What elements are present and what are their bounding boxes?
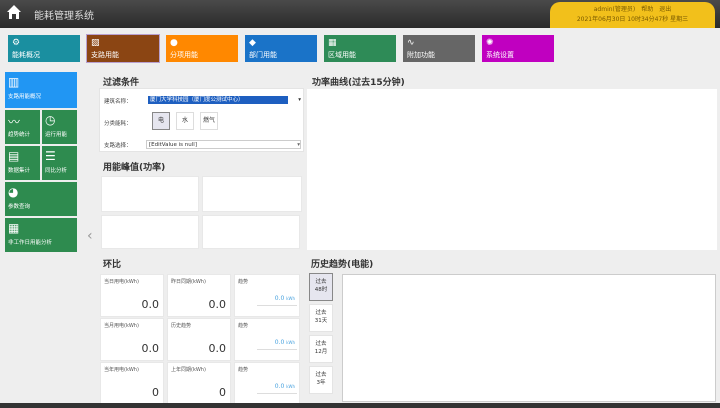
home-icon[interactable] xyxy=(6,4,22,20)
settings-icon: ✺ xyxy=(486,38,494,48)
ratio-previous-cell: 上年同期(kWh) 0 xyxy=(167,362,231,405)
history-range-button[interactable]: 过去 31天 xyxy=(309,304,333,332)
header: 能耗管理系统 admin(管理员) 帮助 退出 2021年06月30日 10时34分… xyxy=(0,0,720,28)
main-nav: ⚙ 能耗概况 ▧ 支路用能 ● 分项用能 ◆ 部门用能 ▦ 区域用能 ∿ 附加功能 ✺ 系统设置 xyxy=(8,34,554,63)
building-label: 建筑名称： xyxy=(104,99,132,105)
sidebar-item-params[interactable]: ◕ 参数查询 xyxy=(5,182,77,216)
nav-tile-3[interactable]: ◆ 部门用能 xyxy=(245,35,317,62)
pulse-icon: ∿ xyxy=(407,38,415,48)
collapse-sidebar-icon[interactable]: ‹ xyxy=(87,228,93,244)
branch-select[interactable]: [EditValue is null] ▾ xyxy=(146,140,301,149)
peak-title: 用能峰值(功率) xyxy=(103,163,166,173)
sidebar: ▥ 支路用能概况 〰趋势统计 ◷ 运行用能 ▤ 数据集计 ☰ 同比分析 ◕ 参数查询 ▦ 非工作… xyxy=(5,72,77,254)
filter-title: 过滤条件 xyxy=(103,78,140,88)
sidebar-item-overview[interactable]: ▥ 支路用能概况 xyxy=(5,72,77,108)
grid-icon: ▦ xyxy=(328,38,337,48)
history-range-button[interactable]: 过去 48时 xyxy=(309,273,333,301)
nav-tile-1[interactable]: ▧ 支路用能 xyxy=(86,34,160,63)
taskbar xyxy=(0,403,720,408)
gear-icon: ⚙ xyxy=(12,38,21,48)
ratio-current-cell: 当年用电(kWh) 0 xyxy=(100,362,164,405)
history-range-button[interactable]: 过去 12月 xyxy=(309,335,333,363)
sidebar-item-nonworkday[interactable]: ▦ 非工作日用能分析 xyxy=(5,218,77,252)
nav-label: 区域用能 xyxy=(328,51,356,59)
peak-box xyxy=(202,215,300,249)
nav-label: 系统设置 xyxy=(486,51,514,59)
ratio-trend-cell: 趋势 0.0 kWh xyxy=(234,318,300,361)
nav-label: 能耗概况 xyxy=(12,51,40,59)
cube-icon: ◆ xyxy=(249,38,256,48)
ratio-previous-cell: 昨日同期(kWh) 0.0 xyxy=(167,274,231,317)
building-select[interactable]: 厦门大学科技园（厦门度公测试中心） ▾ xyxy=(146,96,301,105)
power-curve-title: 功率曲线(过去15分钟) xyxy=(312,78,405,88)
ratio-title: 环比 xyxy=(103,260,122,270)
app-title: 能耗管理系统 xyxy=(34,11,94,22)
help-link[interactable]: 帮助 xyxy=(641,6,653,13)
user-link[interactable]: admin(管理员) xyxy=(594,6,635,13)
branch-label: 支路选择： xyxy=(104,143,132,149)
calendar-icon: ▦ xyxy=(8,221,20,235)
document-icon: ▤ xyxy=(8,149,20,163)
chart-board-icon: ▧ xyxy=(91,38,100,48)
history-chart xyxy=(342,274,716,402)
datetime: 2021年06月30日 10时34分47秒 星期三 xyxy=(576,16,689,23)
peak-box xyxy=(202,176,302,212)
clock-icon: ◷ xyxy=(45,113,56,127)
filter-panel: 建筑名称： 厦门大学科技园（厦门度公测试中心） ▾ 分类能耗： 电 水 燃气 支路… xyxy=(99,88,304,152)
category-electric-button[interactable]: 电 xyxy=(152,112,170,130)
ratio-current-cell: 当月用电(kWh) 0.0 xyxy=(100,318,164,361)
nav-tile-4[interactable]: ▦ 区域用能 xyxy=(324,35,396,62)
history-range-button[interactable]: 过去 3年 xyxy=(309,366,333,394)
sidebar-item-yoy[interactable]: ☰ 同比分析 xyxy=(42,146,77,180)
ratio-trend-cell: 趋势 0.0 kWh xyxy=(234,274,300,317)
nav-label: 附加功能 xyxy=(407,51,435,59)
sidebar-item-runtime[interactable]: ◷ 运行用能 xyxy=(42,110,77,144)
power-curve-chart xyxy=(306,88,718,251)
peak-box xyxy=(101,176,199,212)
nav-tile-2[interactable]: ● 分项用能 xyxy=(166,35,238,62)
category-water-button[interactable]: 水 xyxy=(176,112,194,130)
peak-box xyxy=(101,215,199,249)
chevron-down-icon: ▾ xyxy=(297,142,300,148)
person-icon: ● xyxy=(170,38,178,48)
nav-tile-5[interactable]: ∿ 附加功能 xyxy=(403,35,475,62)
sidebar-item-trend[interactable]: 〰趋势统计 xyxy=(5,110,40,144)
user-panel: admin(管理员) 帮助 退出 2021年06月30日 10时34分47秒 星期三 xyxy=(550,2,715,28)
nav-label: 支路用能 xyxy=(91,51,119,59)
category-gas-button[interactable]: 燃气 xyxy=(200,112,218,130)
database-icon: ☰ xyxy=(45,149,56,163)
satellite-icon: ◕ xyxy=(8,185,19,199)
nav-label: 分项用能 xyxy=(170,51,198,59)
history-title: 历史趋势(电能) xyxy=(311,260,374,270)
nav-label: 部门用能 xyxy=(249,51,277,59)
nav-tile-6[interactable]: ✺ 系统设置 xyxy=(482,35,554,62)
sidebar-item-data[interactable]: ▤ 数据集计 xyxy=(5,146,40,180)
book-icon: ▥ xyxy=(8,75,20,89)
logout-link[interactable]: 退出 xyxy=(659,6,671,13)
ratio-current-cell: 当日用电(kWh) 0.0 xyxy=(100,274,164,317)
nav-tile-0[interactable]: ⚙ 能耗概况 xyxy=(8,35,80,62)
ratio-previous-cell: 历史趋势 0.0 xyxy=(167,318,231,361)
category-label: 分类能耗： xyxy=(104,121,132,127)
chart-icon: 〰 xyxy=(8,115,21,129)
ratio-trend-cell: 趋势 0.0 kWh xyxy=(234,362,300,405)
